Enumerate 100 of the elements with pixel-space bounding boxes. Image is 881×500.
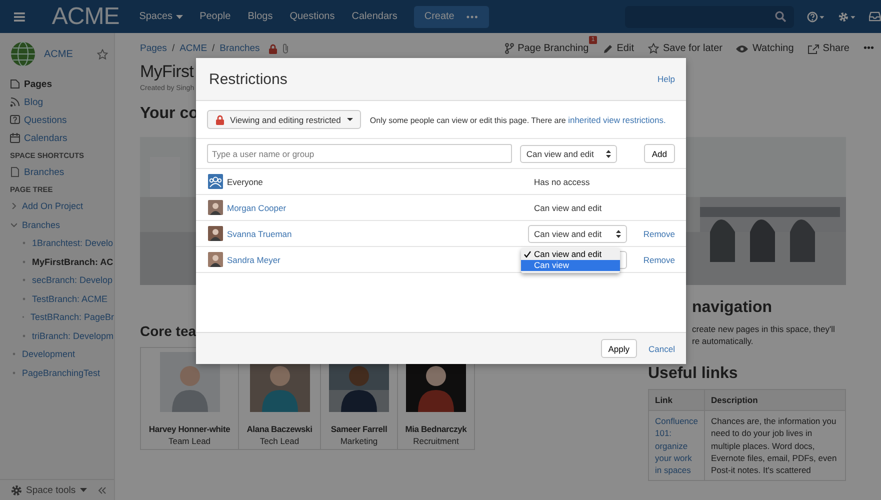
remove-link[interactable]: Remove: [627, 254, 675, 264]
menu-icon[interactable]: [14, 12, 25, 22]
breadcrumb-link[interactable]: Pages: [140, 43, 167, 54]
page-tree-item[interactable]: PageBranchingTest: [10, 364, 114, 382]
member-name: Alana Baczewski: [246, 424, 312, 434]
sidebar-nav-item[interactable]: Questions: [10, 111, 114, 129]
member-name: Harvey Honner-white: [148, 424, 230, 434]
sidebar-nav-item[interactable]: Pages: [10, 75, 114, 93]
group-name: Everyone: [227, 176, 264, 186]
column-header: Description: [704, 390, 846, 410]
paragraph-text: create new pages in this space, they'll: [692, 323, 836, 335]
page-tree-item[interactable]: Branches: [10, 216, 114, 234]
page-action[interactable]: Share: [808, 43, 850, 54]
shortcut-link[interactable]: Branches: [10, 163, 114, 181]
stepper-arrows-icon: [616, 230, 621, 238]
page-tree-item[interactable]: Add On Project: [10, 197, 114, 216]
permission-select[interactable]: Can view and edit: [528, 224, 627, 242]
bullet-icon: [21, 314, 26, 320]
caret-icon: [80, 488, 87, 492]
add-button[interactable]: Add: [644, 144, 675, 163]
bullet-icon: [21, 258, 27, 265]
section-heading: Core tea: [140, 323, 196, 339]
paperclip-icon[interactable]: [282, 43, 289, 54]
menu-option[interactable]: Can view and edit: [521, 248, 620, 260]
nav-link[interactable]: Blogs: [248, 11, 273, 22]
user-avatar: [208, 200, 223, 215]
logo[interactable]: ACME: [52, 2, 120, 30]
space-name[interactable]: ACME: [44, 48, 89, 60]
page-tree-item[interactable]: 1Branchtest: Develo: [10, 234, 114, 252]
remove-link[interactable]: Remove: [627, 228, 675, 238]
rss-icon: [10, 97, 20, 107]
search-field[interactable]: [624, 6, 794, 28]
breadcrumb-link[interactable]: Branches: [220, 43, 260, 54]
page-tree-item[interactable]: triBranch: Developm: [10, 326, 114, 345]
permission-select[interactable]: Can view and edit: [520, 144, 617, 162]
inherited-restrictions-link[interactable]: inherited view restrictions.: [568, 114, 666, 124]
pencil-icon: [602, 44, 613, 54]
gear-icon: [11, 484, 22, 496]
member-role: Marketing: [340, 436, 378, 446]
star-icon[interactable]: [97, 48, 108, 60]
member-name: Mia Bednarczyk: [405, 424, 467, 434]
page-tree-item[interactable]: Development: [10, 345, 114, 364]
breadcrumb-link[interactable]: ACME: [180, 43, 208, 54]
sidebar-nav-item[interactable]: Calendars: [10, 129, 114, 147]
page-action[interactable]: Watching: [736, 43, 794, 54]
breadcrumb-separator: /: [212, 43, 215, 54]
nav-link[interactable]: People: [200, 11, 231, 22]
apply-button[interactable]: Apply: [601, 339, 637, 358]
user-search-field[interactable]: Type a user name or group: [207, 144, 512, 163]
sidebar-nav-item[interactable]: Blog: [10, 93, 114, 111]
permission-text: Can view and edit: [533, 202, 602, 212]
member-role: Team Lead: [168, 436, 211, 446]
cancel-link[interactable]: Cancel: [648, 344, 675, 354]
bullet-icon: [21, 296, 27, 302]
page-tree-item[interactable]: TestBRanch: PageBr: [10, 308, 114, 326]
bullet-icon: [21, 240, 27, 246]
nav-link[interactable]: Spaces: [139, 11, 183, 22]
page-title: MyFirst: [140, 62, 194, 82]
inbox-icon[interactable]: [869, 11, 881, 22]
lock-icon[interactable]: [268, 44, 277, 54]
member-role: Recruitment: [413, 436, 459, 446]
group-icon: [208, 174, 223, 189]
bullet-icon: [11, 351, 17, 358]
breadcrumb-separator: /: [172, 43, 175, 54]
question-icon: [10, 115, 20, 125]
space-tools-button[interactable]: Space tools: [11, 484, 87, 496]
section-heading: navigation: [692, 299, 772, 317]
user-avatar: [208, 252, 223, 267]
user-link[interactable]: Morgan Cooper: [227, 202, 528, 212]
page-tree-item[interactable]: TestBranch: ACME: [10, 290, 114, 308]
help-icon[interactable]: [807, 10, 826, 22]
chevron-down-icon: [11, 222, 17, 228]
nav-link[interactable]: Questions: [290, 11, 335, 22]
document-icon: [10, 167, 20, 177]
more-actions-button[interactable]: •••: [863, 43, 874, 54]
section-heading: Useful links: [648, 365, 738, 383]
chevron-right-icon: [11, 203, 17, 210]
settings-icon[interactable]: [838, 10, 856, 22]
calendar-icon: [10, 133, 20, 143]
page-tree-item[interactable]: secBranch: Develop: [10, 271, 114, 290]
page-tree-item[interactable]: MyFirstBranch: AC: [10, 252, 114, 271]
page-action[interactable]: Save for later: [648, 43, 722, 54]
collapse-icon[interactable]: [98, 486, 106, 494]
user-link[interactable]: Svanna Trueman: [227, 228, 528, 238]
permission-text: Has no access: [533, 176, 590, 186]
space-logo-icon: [10, 41, 36, 67]
table-cell: Chances are, the information you need to do your job lives in multiple places. Word docs, Evernote files, email, PDFs, even Post-it notes. It's scattered: [704, 410, 846, 481]
caret-icon: [346, 118, 353, 121]
page-icon: [10, 79, 20, 89]
checkmark-icon: [524, 250, 531, 258]
help-link[interactable]: Help: [658, 74, 675, 84]
page-action[interactable]: Edit: [602, 43, 634, 54]
restriction-mode-dropdown[interactable]: Viewing and editing restricted: [207, 110, 361, 129]
menu-option[interactable]: Can view: [521, 260, 620, 270]
star-icon: [648, 43, 659, 54]
nav-link[interactable]: Calendars: [352, 11, 398, 22]
paragraph-text: re automatically.: [692, 335, 754, 347]
create-button[interactable]: Create •••: [414, 6, 489, 28]
bullet-icon: [11, 370, 17, 376]
dialog-title: Restrictions: [209, 70, 288, 88]
